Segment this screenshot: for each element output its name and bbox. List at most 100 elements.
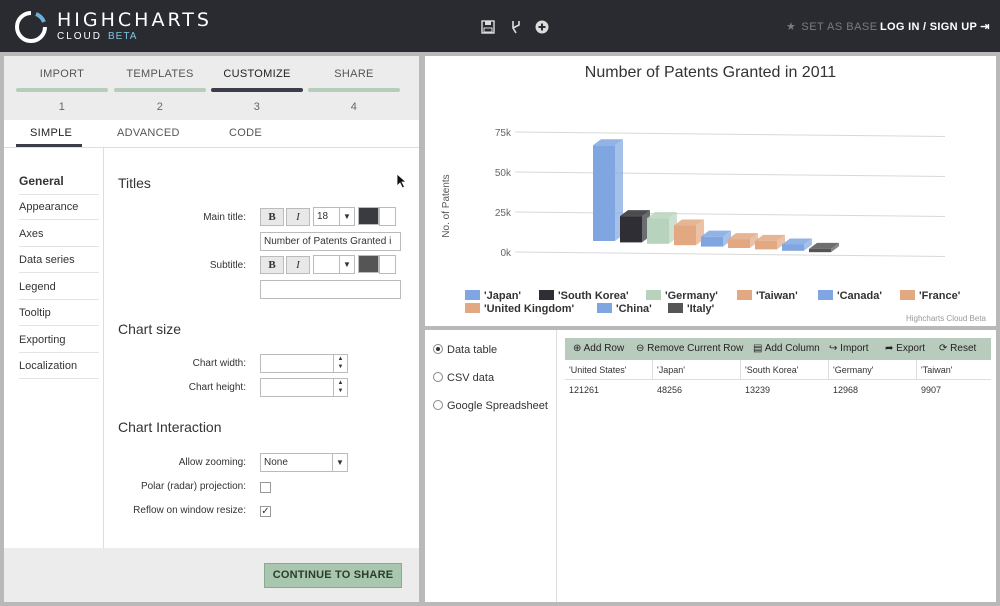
fork-icon[interactable] <box>509 20 523 34</box>
star-icon: ★ <box>786 21 797 33</box>
chart-height-label: Chart height: <box>188 382 246 393</box>
step-label: SHARE <box>334 68 374 80</box>
legend-label: 'China' <box>616 303 652 315</box>
save-icon[interactable] <box>481 20 495 34</box>
title-bg-swatch[interactable] <box>379 207 396 226</box>
step-import[interactable]: IMPORT 1 <box>16 68 108 113</box>
add-column-button[interactable]: ▤ Add Column <box>753 343 820 354</box>
grid-cell[interactable]: 121261 <box>565 381 653 399</box>
grid-header-cell[interactable]: 'Japan' <box>653 360 741 380</box>
grid-header-cell[interactable]: 'United States' <box>565 360 653 380</box>
stepper-arrows-icon[interactable]: ▲ ▼ <box>333 355 347 372</box>
gridline <box>514 211 946 217</box>
step-customize[interactable]: CUSTOMIZE 3 <box>211 68 303 113</box>
legend-item[interactable]: 'France' <box>900 290 960 302</box>
bold-button[interactable]: B <box>260 208 284 226</box>
legend-item[interactable]: 'Japan' <box>465 290 521 302</box>
zoom-select[interactable]: None ▼ <box>260 453 348 472</box>
add-icon[interactable] <box>535 20 549 34</box>
reset-button[interactable]: ⟳ Reset <box>939 343 976 354</box>
step-progress-bar <box>16 88 108 92</box>
step-templates[interactable]: TEMPLATES 2 <box>114 68 206 113</box>
legend-symbol <box>539 290 554 300</box>
minus-circle-icon: ⊖ <box>636 343 645 354</box>
app-brand: HIGHCHARTS <box>57 9 212 31</box>
radio-icon <box>433 372 443 382</box>
subtitle-input[interactable] <box>260 280 401 299</box>
step-progress-bar <box>114 88 206 92</box>
reflow-checkbox[interactable]: ✓ <box>260 506 271 517</box>
subtitle-color-swatch[interactable] <box>358 255 379 273</box>
nav-item-exporting[interactable]: Exporting <box>19 334 99 353</box>
grid-cell[interactable]: 48256 <box>653 381 741 399</box>
font-size-value: 18 <box>317 211 329 222</box>
continue-to-share-button[interactable]: CONTINUE TO SHARE <box>264 563 402 588</box>
tab-advanced[interactable]: ADVANCED <box>117 127 180 139</box>
nav-item-axes[interactable]: Axes <box>19 228 99 247</box>
chart-height-input[interactable]: ▲ ▼ <box>260 378 348 397</box>
font-size-select[interactable]: 18 ▼ <box>313 207 355 226</box>
nav-item-appearance[interactable]: Appearance <box>19 201 99 220</box>
italic-button[interactable]: I <box>286 208 310 226</box>
nav-item-legend[interactable]: Legend <box>19 281 99 300</box>
legend-item[interactable]: 'South Korea' <box>539 290 629 302</box>
grid-cell[interactable]: 13239 <box>741 381 829 399</box>
title-color-swatch[interactable] <box>358 207 379 225</box>
radio-label: Data table <box>447 344 498 356</box>
set-as-base-button[interactable]: ★ SET AS BASE <box>786 20 878 33</box>
grid-header-cell[interactable]: 'Germany' <box>829 360 917 380</box>
bar <box>701 236 723 247</box>
tab-simple[interactable]: SIMPLE <box>30 127 72 139</box>
login-signup-link[interactable]: LOG IN / SIGN UP ⇥ <box>880 20 990 33</box>
nav-item-general[interactable]: General <box>19 174 99 195</box>
bar <box>593 145 615 241</box>
subtitle-bg-swatch[interactable] <box>379 255 396 274</box>
button-label: Add Column <box>764 343 820 354</box>
legend-item[interactable]: 'Canada' <box>818 290 882 302</box>
customize-panel: IMPORT 1 TEMPLATES 2 CUSTOMIZE 3 SHARE 4… <box>4 56 419 602</box>
step-number: 3 <box>253 101 261 113</box>
step-share[interactable]: SHARE 4 <box>308 68 400 113</box>
y-tick-label: 75k <box>495 128 512 139</box>
import-button[interactable]: ↪ Import <box>829 343 869 354</box>
settings-sidenav: General Appearance Axes Data series Lege… <box>4 148 104 548</box>
legend-label: 'Germany' <box>665 290 718 302</box>
import-icon: ↪ <box>829 343 838 354</box>
nav-item-localization[interactable]: Localization <box>19 360 99 379</box>
chart-preview: Number of Patents Granted in 2011 0k 25k 5… <box>425 56 996 326</box>
main-title-input[interactable]: Number of Patents Granted i <box>260 232 401 251</box>
bar <box>620 216 642 243</box>
grid-header-cell[interactable]: 'South Korea' <box>741 360 829 380</box>
nav-item-data-series[interactable]: Data series <box>19 254 99 273</box>
subtitle-italic-button[interactable]: I <box>286 256 310 274</box>
step-label: TEMPLATES <box>126 68 194 80</box>
chart-plot: 0k 25k 50k 75k No. of Patents <box>441 128 946 259</box>
radio-google-spreadsheet[interactable]: Google Spreadsheet <box>433 400 548 412</box>
legend-item[interactable]: 'Italy' <box>668 303 714 315</box>
legend-item[interactable]: 'China' <box>597 303 652 315</box>
subtitle-font-size-select[interactable]: ▼ <box>313 255 355 274</box>
reflow-label: Reflow on window resize: <box>133 505 246 516</box>
chart-width-input[interactable]: ▲ ▼ <box>260 354 348 373</box>
step-number: 2 <box>156 101 164 113</box>
remove-row-button[interactable]: ⊖ Remove Current Row <box>636 343 743 354</box>
radio-label: Google Spreadsheet <box>447 400 548 412</box>
bar <box>809 248 831 253</box>
nav-item-tooltip[interactable]: Tooltip <box>19 307 99 326</box>
grid-cell[interactable]: 9907 <box>917 381 991 399</box>
subtitle-bold-button[interactable]: B <box>260 256 284 274</box>
legend-item[interactable]: 'Taiwan' <box>737 290 798 302</box>
tab-code[interactable]: CODE <box>229 127 262 139</box>
radio-csv-data[interactable]: CSV data <box>433 372 494 384</box>
add-row-button[interactable]: ⊕ Add Row <box>573 343 624 354</box>
grid-cell[interactable]: 12968 <box>829 381 917 399</box>
legend-item[interactable]: 'United Kingdom' <box>465 303 574 315</box>
radio-data-table[interactable]: Data table <box>433 344 497 356</box>
polar-projection-checkbox[interactable] <box>260 482 271 493</box>
grid-header-cell[interactable]: 'Taiwan' <box>917 360 991 380</box>
stepper-arrows-icon[interactable]: ▲ ▼ <box>333 379 347 396</box>
legend-label: 'United Kingdom' <box>484 303 575 315</box>
legend-item[interactable]: 'Germany' <box>646 290 718 302</box>
cloud-label: CLOUD <box>57 31 103 42</box>
export-button[interactable]: ➦ Export <box>885 343 925 354</box>
